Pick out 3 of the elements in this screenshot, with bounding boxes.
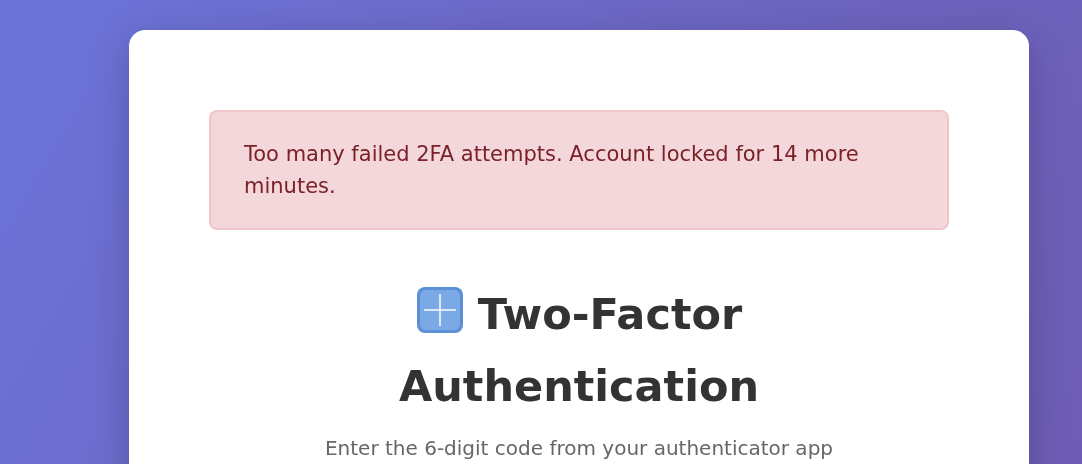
- page-title: Two-Factor Authentication: [349, 278, 809, 422]
- subtitle: Enter the 6-digit code from your authenticator app: [324, 436, 834, 460]
- error-alert: Too many failed 2FA attempts. Account locked for 14 more minutes.: [209, 110, 949, 230]
